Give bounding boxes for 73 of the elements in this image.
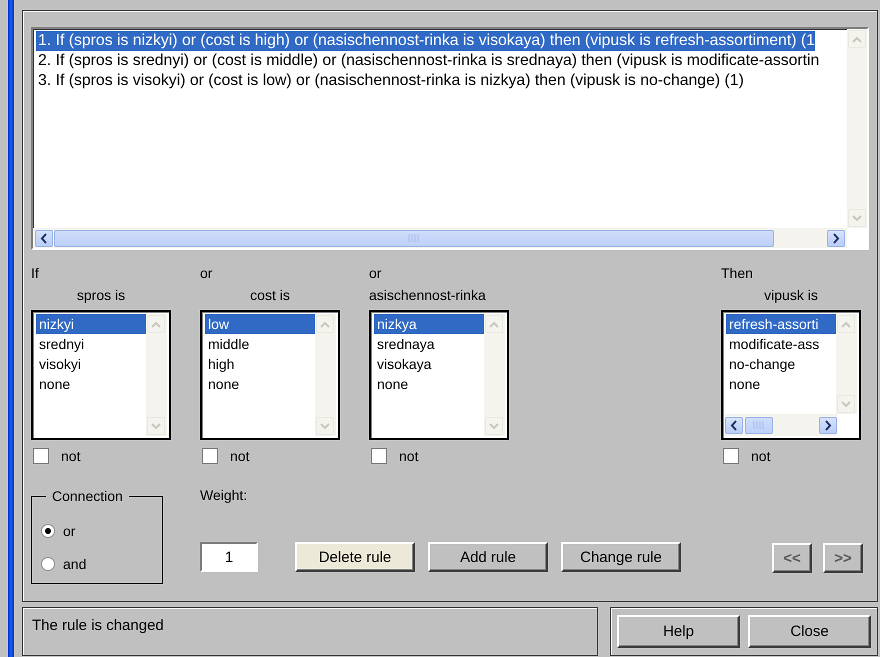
horizontal-scrollbar[interactable]: [725, 414, 837, 436]
not-checkbox[interactable]: [723, 448, 739, 464]
scroll-down-icon[interactable]: [147, 417, 165, 435]
term-item[interactable]: none: [726, 374, 836, 394]
term-list[interactable]: nizkyi srednyi visokyi none: [31, 310, 171, 440]
radio-label: and: [63, 556, 86, 572]
term-list[interactable]: low middle high none: [200, 310, 340, 440]
scroll-right-icon[interactable]: [827, 230, 845, 246]
connector-label: or: [200, 264, 214, 282]
connector-label: If: [31, 264, 40, 282]
not-checkbox[interactable]: [33, 448, 49, 464]
connector-label: Then: [721, 264, 754, 282]
scroll-up-icon[interactable]: [147, 315, 165, 333]
vertical-scrollbar[interactable]: [146, 314, 167, 436]
term-item[interactable]: no-change: [726, 354, 836, 374]
variable-label: vipusk is: [763, 286, 819, 305]
term-item[interactable]: high: [205, 354, 315, 374]
term-item[interactable]: visokyi: [36, 354, 146, 374]
weight-label: Weight:: [200, 486, 248, 504]
variable-label: asischennost-rinka: [369, 286, 487, 305]
scroll-down-icon[interactable]: [316, 417, 334, 435]
term-item[interactable]: none: [205, 374, 315, 394]
term-item[interactable]: srednyi: [36, 334, 146, 354]
scroll-up-icon[interactable]: [316, 315, 334, 333]
vertical-scrollbar[interactable]: [484, 314, 505, 436]
scroll-down-icon[interactable]: [485, 417, 503, 435]
term-item[interactable]: nizkyi: [36, 314, 146, 334]
term-list[interactable]: refresh-assorti modificate-ass no-change none: [721, 310, 861, 440]
rule-button[interactable]: Delete rule: [295, 542, 415, 572]
scroll-right-icon[interactable]: [819, 416, 837, 434]
scroll-thumb[interactable]: [745, 416, 773, 434]
not-checkbox[interactable]: [202, 448, 218, 464]
variable-label: cost is: [249, 286, 291, 305]
rule-list[interactable]: [31, 27, 869, 250]
radio-button[interactable]: [41, 556, 55, 570]
term-item[interactable]: refresh-assorti: [726, 314, 836, 334]
term-item[interactable]: middle: [205, 334, 315, 354]
rule-button[interactable]: Add rule: [428, 542, 548, 572]
scroll-up-icon[interactable]: [837, 315, 855, 333]
scroll-up-icon[interactable]: [485, 315, 503, 333]
connector-label: or: [369, 264, 382, 282]
vertical-scrollbar[interactable]: [836, 314, 857, 414]
dialog-button[interactable]: Help: [617, 615, 740, 648]
term-item[interactable]: low: [205, 314, 315, 334]
status-text: The rule is changed: [32, 617, 164, 634]
checkbox-label: not: [751, 448, 770, 464]
scroll-left-icon[interactable]: [725, 416, 743, 434]
term-item[interactable]: none: [36, 374, 146, 394]
scroll-left-icon[interactable]: [35, 230, 53, 246]
term-item[interactable]: visokaya: [374, 354, 484, 374]
variable-label: spros is: [76, 286, 126, 305]
scroll-up-icon[interactable]: [848, 30, 866, 48]
rule-item[interactable]: 1. If (spros is nizkyi) or (cost is high) or (nasischennost-rinka is visokaya) then (vipusk is refresh-assortiment) (1: [36, 31, 815, 51]
radio-label: or: [63, 522, 76, 538]
weight-field[interactable]: 1: [200, 542, 258, 572]
term-list[interactable]: nizkya srednaya visokaya none: [369, 310, 509, 440]
rule-item[interactable]: 3. If (spros is visokyi) or (cost is low) or (nasischennost-rinka is nizkya) then (vipusk is no-change) (1): [36, 71, 744, 91]
rule-button[interactable]: Change rule: [561, 542, 681, 572]
term-item[interactable]: nizkya: [374, 314, 484, 334]
vertical-scrollbar[interactable]: [315, 314, 336, 436]
rule-item[interactable]: 2. If (spros is srednyi) or (cost is middle) or (nasischennost-rinka is srednaya) then (vipusk is modificate-assortin: [36, 51, 820, 71]
term-item[interactable]: none: [374, 374, 484, 394]
vertical-scrollbar[interactable]: [847, 29, 867, 228]
checkbox-label: not: [399, 448, 418, 464]
horizontal-scrollbar[interactable]: [33, 228, 847, 248]
dialog-button[interactable]: Close: [748, 615, 871, 648]
checkbox-label: not: [61, 448, 80, 464]
checkbox-label: not: [230, 448, 250, 464]
term-item[interactable]: srednaya: [374, 334, 484, 354]
term-item[interactable]: modificate-ass: [726, 334, 836, 354]
not-checkbox[interactable]: [371, 448, 387, 464]
scroll-thumb[interactable]: [54, 230, 774, 246]
radio-button[interactable]: [41, 524, 55, 538]
